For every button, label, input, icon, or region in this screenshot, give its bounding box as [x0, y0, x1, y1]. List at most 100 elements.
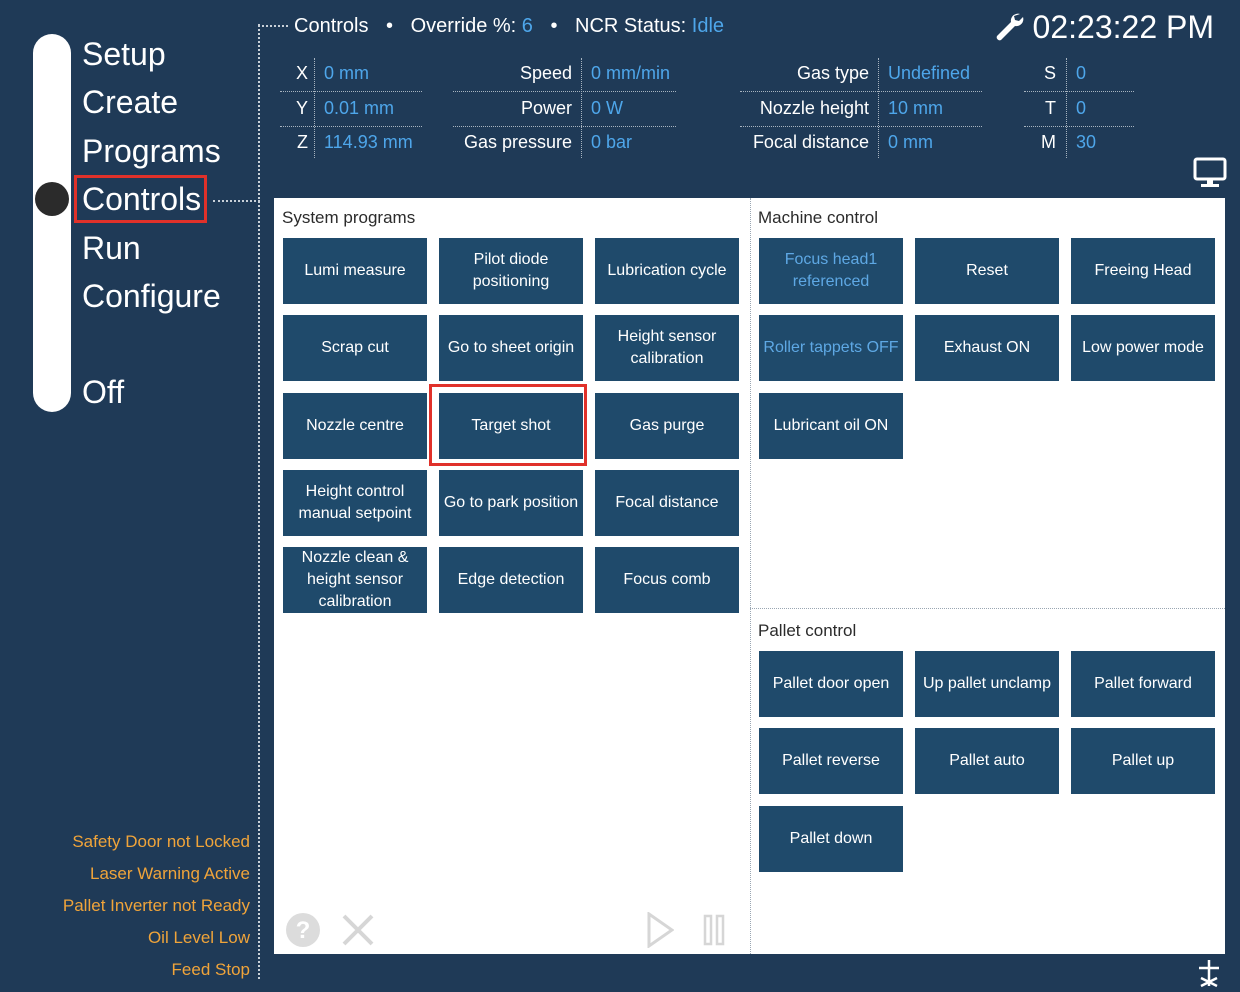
param-nozzle-height: Nozzle height — [740, 93, 869, 126]
param-power: Power — [453, 93, 572, 126]
nozzle-height-label: Nozzle height — [759, 98, 869, 118]
nav-connector — [213, 200, 260, 202]
y-value: 0.01 mm — [324, 98, 395, 118]
override-label: Override %: — [410, 15, 517, 37]
clock-time: 02:23:22 PM — [1032, 9, 1214, 45]
nav-item-setup[interactable]: Setup — [82, 34, 166, 74]
pilot-diode-positioning-button[interactable]: Pilot diode positioning — [439, 238, 583, 304]
grid-line — [1024, 91, 1134, 92]
lumi-measure-button[interactable]: Lumi measure — [283, 238, 427, 304]
param-y: Y — [280, 93, 308, 126]
grid-line — [878, 58, 879, 158]
gas-type-label: Gas type — [796, 63, 869, 83]
pallet-auto-button[interactable]: Pallet auto — [915, 728, 1059, 794]
x-value: 0 mm — [324, 63, 369, 83]
help-icon[interactable]: ? — [285, 912, 321, 948]
clock: 02:23:22 PM — [993, 8, 1214, 46]
pallet-reverse-button[interactable]: Pallet reverse — [759, 728, 903, 794]
monitor-icon[interactable] — [1193, 157, 1227, 189]
speed-value: 0 mm/min — [591, 63, 671, 83]
controls-panel: System programs Machine control Pallet c… — [274, 198, 1225, 954]
z-value: 114.93 mm — [324, 132, 413, 152]
lubricant-oil-button[interactable]: Lubricant oil ON — [759, 393, 903, 459]
nav-item-controls[interactable]: Controls — [73, 175, 208, 223]
grid-line — [280, 126, 422, 127]
exhaust-button[interactable]: Exhaust ON — [915, 315, 1059, 381]
warning-feed-stop: Feed Stop — [171, 960, 250, 979]
scrap-cut-button[interactable]: Scrap cut — [283, 315, 427, 381]
grid-line — [314, 58, 315, 158]
param-x-label: X — [295, 63, 308, 83]
t-label: T — [1045, 98, 1056, 118]
pallet-down-button[interactable]: Pallet down — [759, 806, 903, 872]
pallet-up-button[interactable]: Pallet up — [1071, 728, 1215, 794]
param-m: M — [1024, 127, 1056, 160]
nozzle-height-value: 10 mm — [888, 98, 944, 118]
nav-slider-knob[interactable] — [35, 182, 69, 216]
focal-distance-value: 0 mm — [888, 132, 933, 152]
gas-type-value: Undefined — [888, 63, 971, 83]
svg-text:?: ? — [296, 917, 311, 944]
gas-purge-button[interactable]: Gas purge — [595, 393, 739, 459]
grid-line — [1024, 126, 1134, 127]
warning-safety-door: Safety Door not Locked — [72, 832, 250, 851]
up-pallet-unclamp-button[interactable]: Up pallet unclamp — [915, 651, 1059, 717]
status-header: Controls • Override %: 6 • NCR Status: I… — [294, 14, 724, 38]
pallet-door-open-button[interactable]: Pallet door open — [759, 651, 903, 717]
param-y-label: Y — [295, 98, 308, 118]
nozzle-clean-button[interactable]: Nozzle clean & height sensor calibration — [283, 547, 427, 613]
reset-button[interactable]: Reset — [915, 238, 1059, 304]
speed-label: Speed — [519, 63, 572, 83]
go-to-sheet-origin-button[interactable]: Go to sheet origin — [439, 315, 583, 381]
header-section: Controls — [294, 15, 369, 37]
param-x: X — [280, 58, 308, 91]
low-power-mode-button[interactable]: Low power mode — [1071, 315, 1215, 381]
s-value: 0 — [1076, 63, 1087, 83]
grid-line — [453, 126, 676, 127]
grid-line — [280, 91, 422, 92]
power-label: Power — [520, 98, 572, 118]
param-gas-pressure: Gas pressure — [453, 127, 572, 160]
lubrication-cycle-button[interactable]: Lubrication cycle — [595, 238, 739, 304]
go-to-park-position-button[interactable]: Go to park position — [439, 470, 583, 536]
param-gas-type: Gas type — [740, 58, 869, 91]
roller-tappets-button[interactable]: Roller tappets OFF — [759, 315, 903, 381]
wrench-icon[interactable] — [993, 11, 1025, 43]
height-sensor-calibration-button[interactable]: Height sensor calibration — [595, 315, 739, 381]
nozzle-centre-button[interactable]: Nozzle centre — [283, 393, 427, 459]
warning-list: Safety Door not Locked Laser Warning Act… — [63, 826, 250, 986]
tool-corner-icon[interactable] — [1193, 958, 1225, 988]
m-value: 30 — [1076, 132, 1097, 152]
system-programs-title: System programs — [282, 208, 416, 227]
edge-detection-button[interactable]: Edge detection — [439, 547, 583, 613]
panel-divider — [750, 608, 1225, 609]
param-t: T — [1024, 93, 1056, 126]
power-value: 0 W — [591, 98, 624, 118]
cancel-icon[interactable] — [340, 912, 376, 948]
nav-item-programs[interactable]: Programs — [82, 131, 221, 171]
freeing-head-button[interactable]: Freeing Head — [1071, 238, 1215, 304]
grid-line — [740, 126, 982, 127]
nav-divider — [258, 24, 260, 979]
gas-pressure-label: Gas pressure — [463, 132, 572, 152]
height-control-manual-setpoint-button[interactable]: Height control manual setpoint — [283, 470, 427, 536]
s-label: S — [1043, 63, 1056, 83]
pallet-forward-button[interactable]: Pallet forward — [1071, 651, 1215, 717]
focus-head-referenced-button[interactable]: Focus head1 referenced — [759, 238, 903, 304]
param-z: Z — [280, 127, 308, 160]
focal-distance-button[interactable]: Focal distance — [595, 470, 739, 536]
nav-item-create[interactable]: Create — [82, 82, 178, 122]
ncr-label: NCR Status: — [575, 15, 687, 37]
nav-item-run[interactable]: Run — [82, 228, 141, 268]
m-label: M — [1041, 132, 1056, 152]
nav-slider-track[interactable] — [33, 34, 71, 412]
param-s: S — [1024, 58, 1056, 91]
ncr-status-value: Idle — [691, 15, 725, 37]
nav-item-off[interactable]: Off — [82, 372, 124, 412]
grid-line — [1066, 58, 1067, 158]
target-shot-highlight — [429, 384, 587, 466]
nav-item-configure[interactable]: Configure — [82, 276, 221, 316]
play-icon[interactable] — [646, 912, 674, 948]
pause-icon[interactable] — [703, 914, 725, 946]
focus-comb-button[interactable]: Focus comb — [595, 547, 739, 613]
